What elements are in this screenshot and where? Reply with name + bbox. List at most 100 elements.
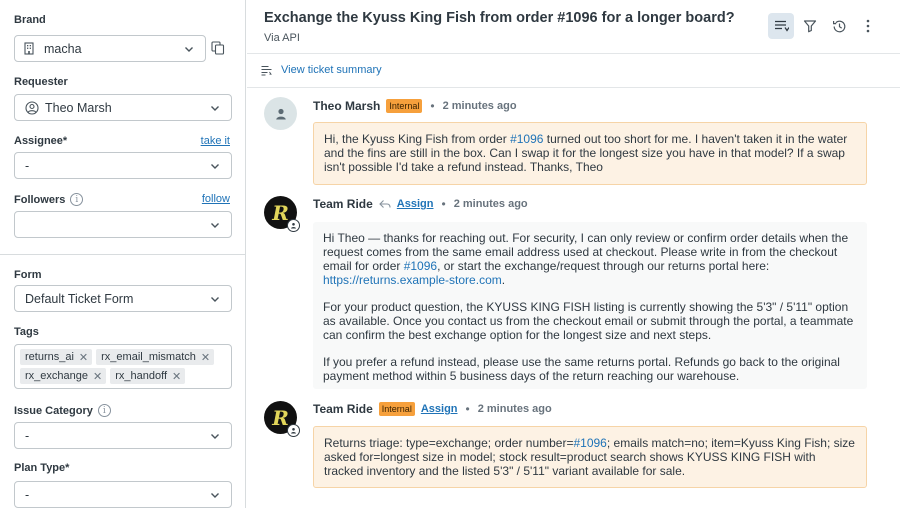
internal-badge: Internal [378, 402, 415, 416]
chevron-down-icon [211, 105, 219, 111]
tag-label: returns_ai [25, 351, 74, 363]
message-body: Returns triage: type=exchange; order num… [313, 426, 867, 488]
message-paragraph: Returns triage: type=exchange; order num… [324, 436, 855, 478]
tags-label: Tags [14, 326, 39, 338]
view-ticket-summary-link[interactable]: View ticket summary [261, 64, 382, 76]
ticket-properties-panel: Brand macha Requester Theo Marsh Assigne… [0, 0, 246, 508]
follow-link[interactable]: follow [202, 193, 230, 205]
filter-icon [803, 20, 817, 33]
remove-tag-icon[interactable]: ✕ [93, 370, 102, 383]
avatar[interactable]: R [264, 196, 300, 232]
separator-dot: • [430, 99, 435, 113]
message-author[interactable]: Theo Marsh [313, 99, 380, 113]
ticket-channel: Via API [264, 32, 300, 44]
message-header: Team Ride Internal Assign • 2 minutes ag… [313, 402, 552, 416]
conversation-view-button[interactable] [768, 13, 794, 39]
brand-label: Brand [14, 14, 46, 26]
followers-label: Followers i [14, 193, 84, 206]
list-sort-icon [774, 20, 789, 32]
inline-link[interactable]: #1096 [404, 259, 437, 273]
ticket-title: Exchange the Kyuss King Fish from order … [264, 10, 735, 26]
team-logo: R [272, 200, 289, 225]
summary-divider [247, 87, 900, 88]
inline-link[interactable]: https://returns.example-store.com [323, 273, 502, 287]
requester-label: Requester [14, 76, 68, 88]
view-ticket-summary-label: View ticket summary [281, 64, 382, 76]
message-time: 2 minutes ago [442, 100, 517, 112]
message-header: Theo Marsh Internal • 2 minutes ago [313, 99, 517, 113]
info-icon[interactable]: i [97, 404, 111, 417]
form-select[interactable]: Default Ticket Form [14, 285, 232, 312]
assignee-value: - [25, 158, 30, 173]
assignee-select[interactable]: - [14, 152, 232, 179]
requester-select[interactable]: Theo Marsh [14, 94, 232, 121]
separator-dot: • [441, 197, 446, 211]
chevron-down-icon [211, 433, 219, 439]
user-icon [275, 108, 286, 119]
message-time: 2 minutes ago [477, 403, 552, 415]
form-value: Default Ticket Form [25, 291, 134, 306]
remove-tag-icon[interactable]: ✕ [201, 351, 210, 364]
history-icon [832, 20, 845, 32]
issue-category-label-text: Issue Category [14, 404, 93, 417]
message-header: Team Ride Assign • 2 minutes ago [313, 197, 528, 211]
separator-dot: • [465, 402, 470, 416]
remove-tag-icon[interactable]: ✕ [172, 370, 181, 383]
avatar[interactable] [264, 97, 297, 130]
form-label: Form [14, 269, 42, 281]
message-paragraph: If you prefer a refund instead, please u… [323, 355, 840, 383]
message-body: Hi Theo — thanks for reaching out. For s… [313, 222, 867, 389]
internal-badge: Internal [386, 99, 423, 113]
summary-icon [261, 65, 272, 76]
tag-label: rx_handoff [115, 370, 168, 382]
tag-label: rx_exchange [25, 370, 88, 382]
building-icon [23, 42, 35, 55]
chevron-down-icon [211, 163, 219, 169]
avatar[interactable]: R [264, 401, 300, 437]
remove-tag-icon[interactable]: ✕ [79, 351, 88, 364]
agent-badge-icon [287, 424, 300, 437]
chevron-down-icon [185, 46, 193, 52]
inline-link[interactable]: #1096 [510, 132, 543, 146]
plan-type-select[interactable]: - [14, 481, 232, 508]
filter-button[interactable] [797, 13, 823, 39]
tags-input[interactable]: returns_ai ✕ rx_email_mismatch ✕ rx_exchan… [14, 344, 232, 389]
message-paragraph: Hi, the Kyuss King Fish from order #1096… [324, 132, 848, 174]
plan-type-value: - [25, 487, 30, 502]
team-logo: R [272, 405, 289, 430]
issue-category-label: Issue Category i [14, 404, 111, 417]
assignee-label: Assignee* [14, 135, 68, 147]
message-author[interactable]: Team Ride [313, 402, 373, 416]
more-vertical-icon [866, 19, 870, 33]
more-options-button[interactable] [855, 13, 881, 39]
issue-category-value: - [25, 428, 30, 443]
followers-select[interactable] [14, 211, 232, 238]
history-button[interactable] [826, 13, 852, 39]
brand-select[interactable]: macha [14, 35, 206, 62]
conversation-pane: Exchange the Kyuss King Fish from order … [247, 0, 900, 508]
tag: returns_ai ✕ [20, 349, 93, 365]
message-author[interactable]: Team Ride [313, 197, 373, 211]
assign-link[interactable]: Assign [397, 198, 434, 210]
header-divider [247, 53, 900, 54]
chevron-down-icon [211, 296, 219, 302]
take-it-link[interactable]: take it [201, 135, 230, 147]
message-body: Hi, the Kyuss King Fish from order #1096… [313, 122, 867, 185]
assign-link[interactable]: Assign [421, 403, 458, 415]
tag: rx_exchange ✕ [20, 368, 107, 384]
brand-value: macha [44, 41, 82, 56]
tag: rx_email_mismatch ✕ [96, 349, 215, 365]
message-paragraph: Hi Theo — thanks for reaching out. For s… [323, 231, 849, 287]
info-icon[interactable]: i [70, 193, 84, 206]
requester-value: Theo Marsh [45, 100, 112, 115]
message-time: 2 minutes ago [453, 198, 528, 210]
chevron-down-icon [211, 222, 219, 228]
issue-category-select[interactable]: - [14, 422, 232, 449]
user-icon [25, 100, 39, 115]
agent-badge-icon [287, 219, 300, 232]
inline-link[interactable]: #1096 [573, 436, 606, 450]
section-divider [0, 254, 246, 255]
message-paragraph: For your product question, the KYUSS KIN… [323, 300, 854, 342]
copy-icon[interactable] [211, 41, 225, 55]
plan-type-label: Plan Type* [14, 462, 70, 474]
